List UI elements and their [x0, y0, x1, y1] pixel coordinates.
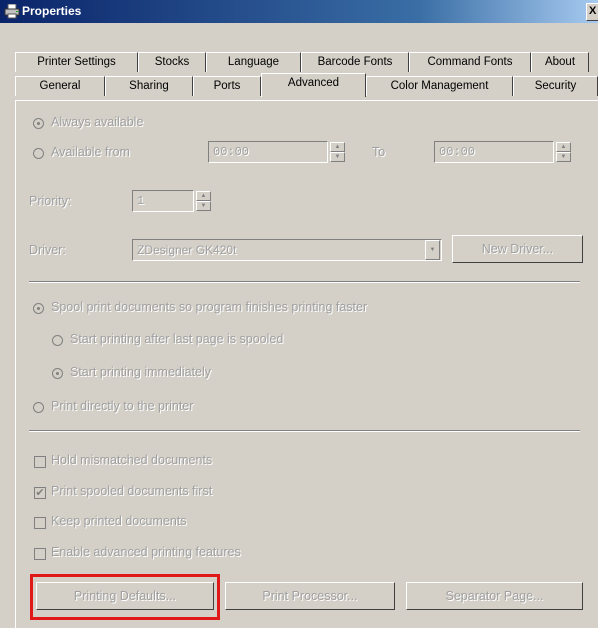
printer-icon [4, 4, 20, 19]
tab-printer-settings[interactable]: Printer Settings [15, 52, 138, 72]
properties-window: Properties X Printer Settings Stocks Lan… [0, 0, 598, 629]
close-button[interactable]: X [586, 3, 598, 21]
window-title: Properties [22, 4, 82, 18]
tab-language[interactable]: Language [206, 52, 301, 72]
tab-barcode-fonts[interactable]: Barcode Fonts [301, 52, 409, 72]
advanced-panel [15, 100, 598, 629]
tab-stocks[interactable]: Stocks [138, 52, 206, 72]
tab-command-fonts[interactable]: Command Fonts [409, 52, 531, 72]
tab-general[interactable]: General [15, 76, 105, 96]
tab-advanced[interactable]: Advanced [261, 73, 366, 97]
tab-ports[interactable]: Ports [193, 76, 261, 96]
tab-security[interactable]: Security [513, 76, 598, 96]
tab-sharing[interactable]: Sharing [105, 76, 193, 96]
title-bar[interactable]: Properties X [0, 0, 598, 23]
tab-about[interactable]: About [531, 52, 589, 72]
tab-color-management[interactable]: Color Management [366, 76, 513, 96]
